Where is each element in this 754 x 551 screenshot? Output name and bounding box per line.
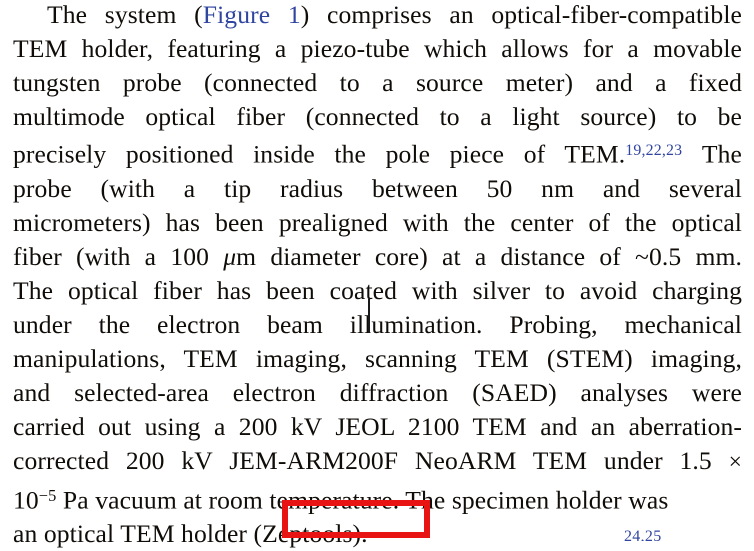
micro-symbol: μ xyxy=(223,241,237,271)
text-line-5-tail xyxy=(682,140,702,169)
text-line-8: fiber (with a 100 μm diameter core) at a… xyxy=(13,240,742,274)
text-line-10: under the electron beam illumination. Pr… xyxy=(13,308,742,342)
clipped-citation-superscript[interactable]: 24,25 xyxy=(624,529,662,541)
text-line-2: TEM holder, featuring a piezo-tube which… xyxy=(13,32,742,66)
text-line-14-content: corrected 200 kV JEM-ARM200F NeoARM TEM … xyxy=(13,445,729,475)
text-line-16-before-box: an optical TEM holder xyxy=(13,519,254,549)
text-line-6: probe (with a tip radius between 50 nm a… xyxy=(13,172,742,206)
text-line-10-after-caret: mination. Probing, mechanical xyxy=(384,309,743,339)
text-line-1-after-link: ) comprises an optical-fiber-compatible xyxy=(300,0,742,29)
text-line-10-before-caret: under the electron beam illu xyxy=(13,309,385,339)
citation-superscript-19-22-23[interactable]: 19,22,23 xyxy=(625,142,682,159)
red-highlight-rectangle[interactable] xyxy=(282,500,430,538)
text-line-12-content: and selected-area electron diffraction (… xyxy=(13,377,742,407)
text-line-3: tungsten probe (connected to a source me… xyxy=(13,66,742,100)
text-line-13-content: carried out using a 200 kV JEOL 2100 TEM… xyxy=(13,411,742,441)
text-line-9-content: The optical fiber has been coated with s… xyxy=(13,275,742,305)
text-line-3-content: tungsten probe (connected to a source me… xyxy=(13,68,742,97)
text-line-11: manipulations, TEM imaging, scanning TEM… xyxy=(13,342,742,376)
figure-1-link[interactable]: Figure 1 xyxy=(203,0,301,29)
text-line-1-before-link: The system ( xyxy=(47,0,203,29)
text-line-14: corrected 200 kV JEM-ARM200F NeoARM TEM … xyxy=(13,444,742,479)
text-line-7-content: micrometers) has been prealigned with th… xyxy=(13,207,742,237)
text-line-8-after-mu: m diameter core) at a distance of ~0.5 m… xyxy=(236,241,742,271)
exponent-minus-5: −5 xyxy=(38,485,57,505)
text-line-5-content: precisely positioned inside the pole pie… xyxy=(13,139,626,169)
multiplication-sign: × xyxy=(728,448,742,475)
text-line-9: The optical fiber has been coated with s… xyxy=(13,274,742,308)
text-line-4: multimode optical fiber (connected to a … xyxy=(13,100,742,134)
document-page: The system (Figure 1) comprises an optic… xyxy=(0,0,754,548)
text-line-5: precisely positioned inside the pole pie… xyxy=(13,134,742,172)
text-line-6-content: probe (with a tip radius between 50 nm a… xyxy=(13,173,742,203)
text-line-1: The system (Figure 1) comprises an optic… xyxy=(13,0,742,32)
body-paragraph[interactable]: The system (Figure 1) comprises an optic… xyxy=(13,0,742,551)
text-line-15-mantissa: 10 xyxy=(13,485,39,515)
text-line-13: carried out using a 200 kV JEOL 2100 TEM… xyxy=(13,410,742,444)
text-line-12: and selected-area electron diffraction (… xyxy=(13,376,742,410)
text-line-8-before-mu: fiber (with a 100 xyxy=(13,241,224,271)
text-line-7: micrometers) has been prealigned with th… xyxy=(13,206,742,240)
text-line-2-content: TEM holder, featuring a piezo-tube which… xyxy=(13,34,742,63)
text-line-4-content: multimode optical fiber (connected to a … xyxy=(13,102,742,131)
text-line-11-content: manipulations, TEM imaging, scanning TEM… xyxy=(13,343,742,373)
text-line-5-the: The xyxy=(701,139,742,169)
text-insertion-caret xyxy=(368,299,370,333)
